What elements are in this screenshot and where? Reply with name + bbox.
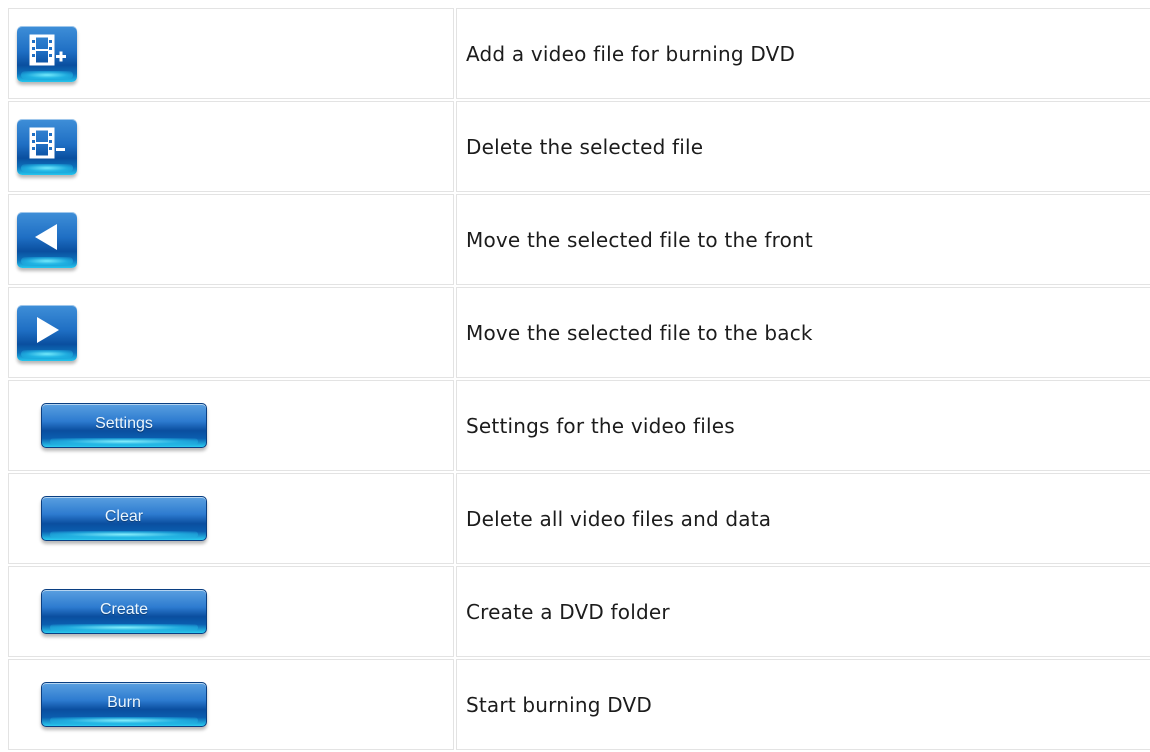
control-cell xyxy=(8,287,454,378)
table-row: Settings Settings for the video files xyxy=(8,380,1150,471)
table-row: Delete the selected file xyxy=(8,101,1150,192)
control-cell xyxy=(8,8,454,99)
table-row: Move the selected file to the back xyxy=(8,287,1150,378)
film-add-icon xyxy=(29,34,66,65)
settings-button[interactable]: Settings xyxy=(41,403,207,448)
control-cell: Create xyxy=(8,566,454,657)
burn-button-label: Burn xyxy=(107,694,141,711)
description: Delete all video files and data xyxy=(456,473,1150,564)
film-remove-icon xyxy=(29,127,65,158)
description: Settings for the video files xyxy=(456,380,1150,471)
delete-file-button[interactable] xyxy=(17,118,77,175)
control-cell: Settings xyxy=(8,380,454,471)
description: Start burning DVD xyxy=(456,659,1150,750)
description: Move the selected file to the back xyxy=(456,287,1150,378)
table-row: Create Create a DVD folder xyxy=(8,566,1150,657)
create-button-label: Create xyxy=(99,601,149,618)
move-back-button[interactable] xyxy=(17,304,77,361)
move-front-button[interactable] xyxy=(17,211,77,268)
description: Delete the selected file xyxy=(456,101,1150,192)
button-help-table: Add a video file for burning DVD Delete … xyxy=(6,6,1150,752)
settings-button-label: Settings xyxy=(95,415,153,432)
description: Create a DVD folder xyxy=(456,566,1150,657)
control-cell xyxy=(8,194,454,285)
table-row: Move the selected file to the front xyxy=(8,194,1150,285)
control-cell: Clear xyxy=(8,473,454,564)
clear-button-label: Clear xyxy=(104,508,144,525)
add-video-button[interactable] xyxy=(17,25,77,82)
control-cell xyxy=(8,101,454,192)
description: Move the selected file to the front xyxy=(456,194,1150,285)
table-row: Add a video file for burning DVD xyxy=(8,8,1150,99)
table-row: Clear Delete all video files and data xyxy=(8,473,1150,564)
clear-button[interactable]: Clear xyxy=(41,496,207,541)
create-button[interactable]: Create xyxy=(41,589,207,634)
description: Add a video file for burning DVD xyxy=(456,8,1150,99)
control-cell: Burn xyxy=(8,659,454,750)
arrow-right-icon xyxy=(37,316,59,343)
table-row: Burn Start burning DVD xyxy=(8,659,1150,750)
arrow-left-icon xyxy=(35,223,57,250)
burn-button[interactable]: Burn xyxy=(41,682,207,727)
